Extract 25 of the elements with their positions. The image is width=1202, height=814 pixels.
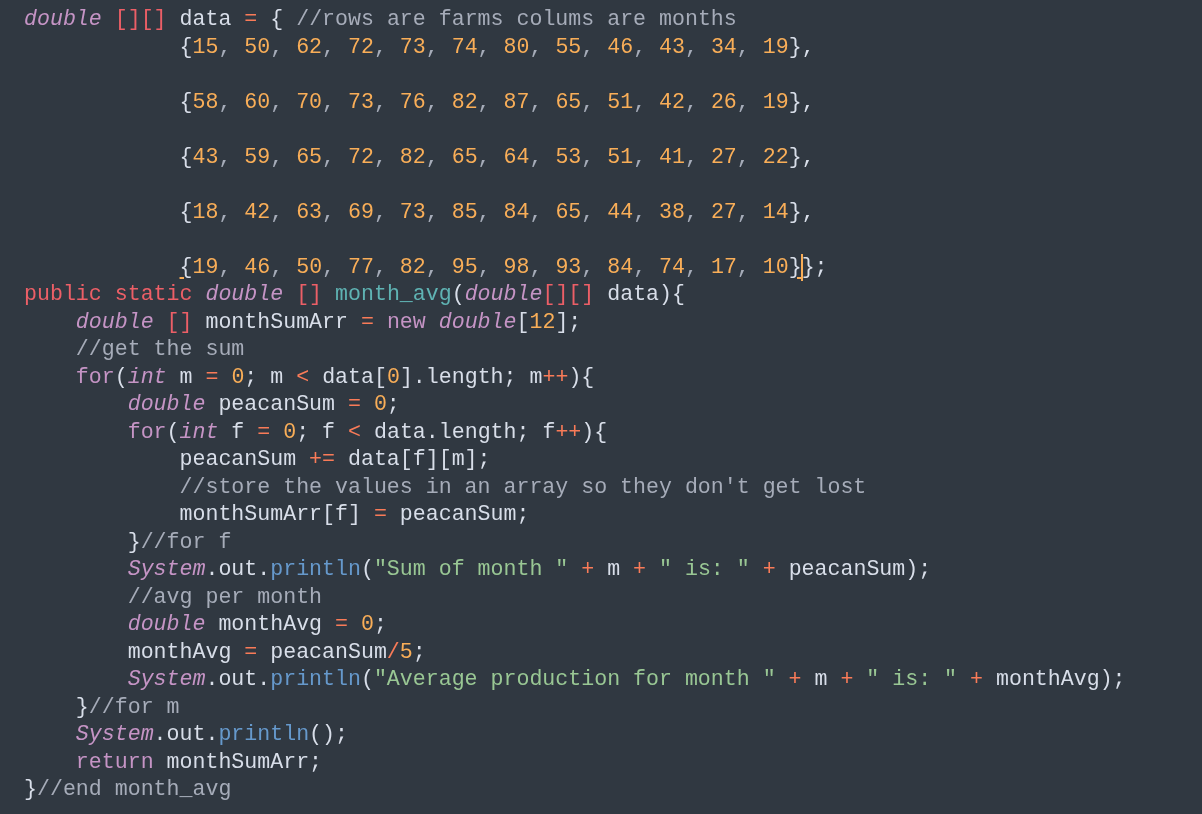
code-line: {15, 50, 62, 72, 73, 74, 80, 55, 46, 43, 34, 19},: [178, 33, 815, 61]
code-line: }//for f: [126, 528, 232, 556]
code-line: System.out.println("Average production for month " + m + " is: " + monthAvg);: [126, 666, 1126, 693]
code-line: System.out.println();: [74, 721, 348, 748]
code-line: peacanSum += data[f][m];: [178, 446, 491, 473]
code-line: {58, 60, 70, 73, 76, 82, 87, 65, 51, 42, 26, 19},: [178, 88, 815, 116]
code-line: }//end month_avg: [24, 776, 232, 803]
code-line: for(int f = 0; f < data.length; f++){: [126, 418, 608, 446]
code-line: double monthAvg = 0;: [126, 611, 387, 638]
code-line: double [][] data = { //rows are farms colums are months: [24, 6, 737, 33]
code-line: monthSumArr[f] = peacanSum;: [178, 501, 530, 528]
code-line: double [] monthSumArr = new double[12];: [74, 308, 582, 336]
code-line: return monthSumArr;: [74, 748, 323, 776]
code-line: //get the sum: [74, 336, 245, 363]
code-line: //store the values in an array so they don't get lost: [178, 473, 867, 501]
code-line: }//for m: [74, 693, 180, 721]
code-line: monthAvg = peacanSum/5;: [126, 638, 426, 666]
code-line: System.out.println("Sum of month " + m + " is: " + peacanSum);: [126, 556, 932, 583]
code-line: {19, 46, 50, 77, 82, 95, 98, 93, 84, 74, 17, 10}};: [178, 253, 828, 281]
code-line: double peacanSum = 0;: [126, 391, 400, 418]
code-line: //avg per month: [126, 583, 323, 611]
code-line: {43, 59, 65, 72, 82, 65, 64, 53, 51, 41, 27, 22},: [178, 143, 815, 171]
code-line: for(int m = 0; m < data[0].length; m++){: [74, 363, 595, 391]
code-line: public static double [] month_avg(double[][] data){: [24, 281, 685, 308]
code-line: {18, 42, 63, 69, 73, 85, 84, 65, 44, 38, 27, 14},: [178, 198, 815, 226]
